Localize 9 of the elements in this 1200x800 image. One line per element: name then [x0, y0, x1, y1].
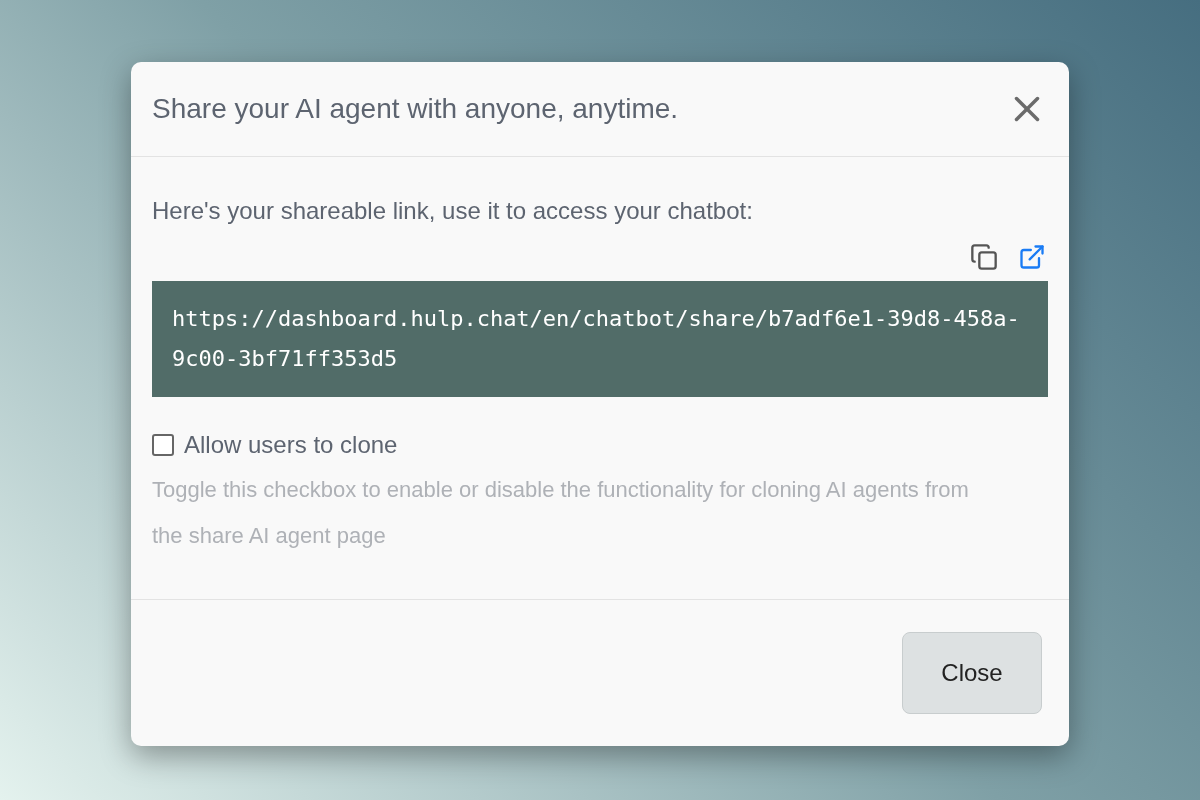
dialog-title: Share your AI agent with anyone, anytime. [152, 92, 679, 126]
help-text: Toggle this checkbox to enable or disable the functionality for cloning AI agents from the share AI agent page [152, 476, 970, 550]
intro-text: Here's your shareable link, use it to access your chatbot: [152, 196, 754, 226]
checkbox-label: Allow users to clone [184, 430, 398, 460]
copy-icon[interactable] [970, 243, 998, 271]
external-link-icon[interactable] [1018, 243, 1046, 271]
checkbox[interactable] [152, 434, 174, 456]
close-button[interactable]: Close [902, 632, 1042, 714]
link-box: https://dashboard.hulp.chat/en/chatbot/share/b7adf6e1-39d8-458a-9c00-3bf71ff353d5 [152, 281, 1048, 397]
